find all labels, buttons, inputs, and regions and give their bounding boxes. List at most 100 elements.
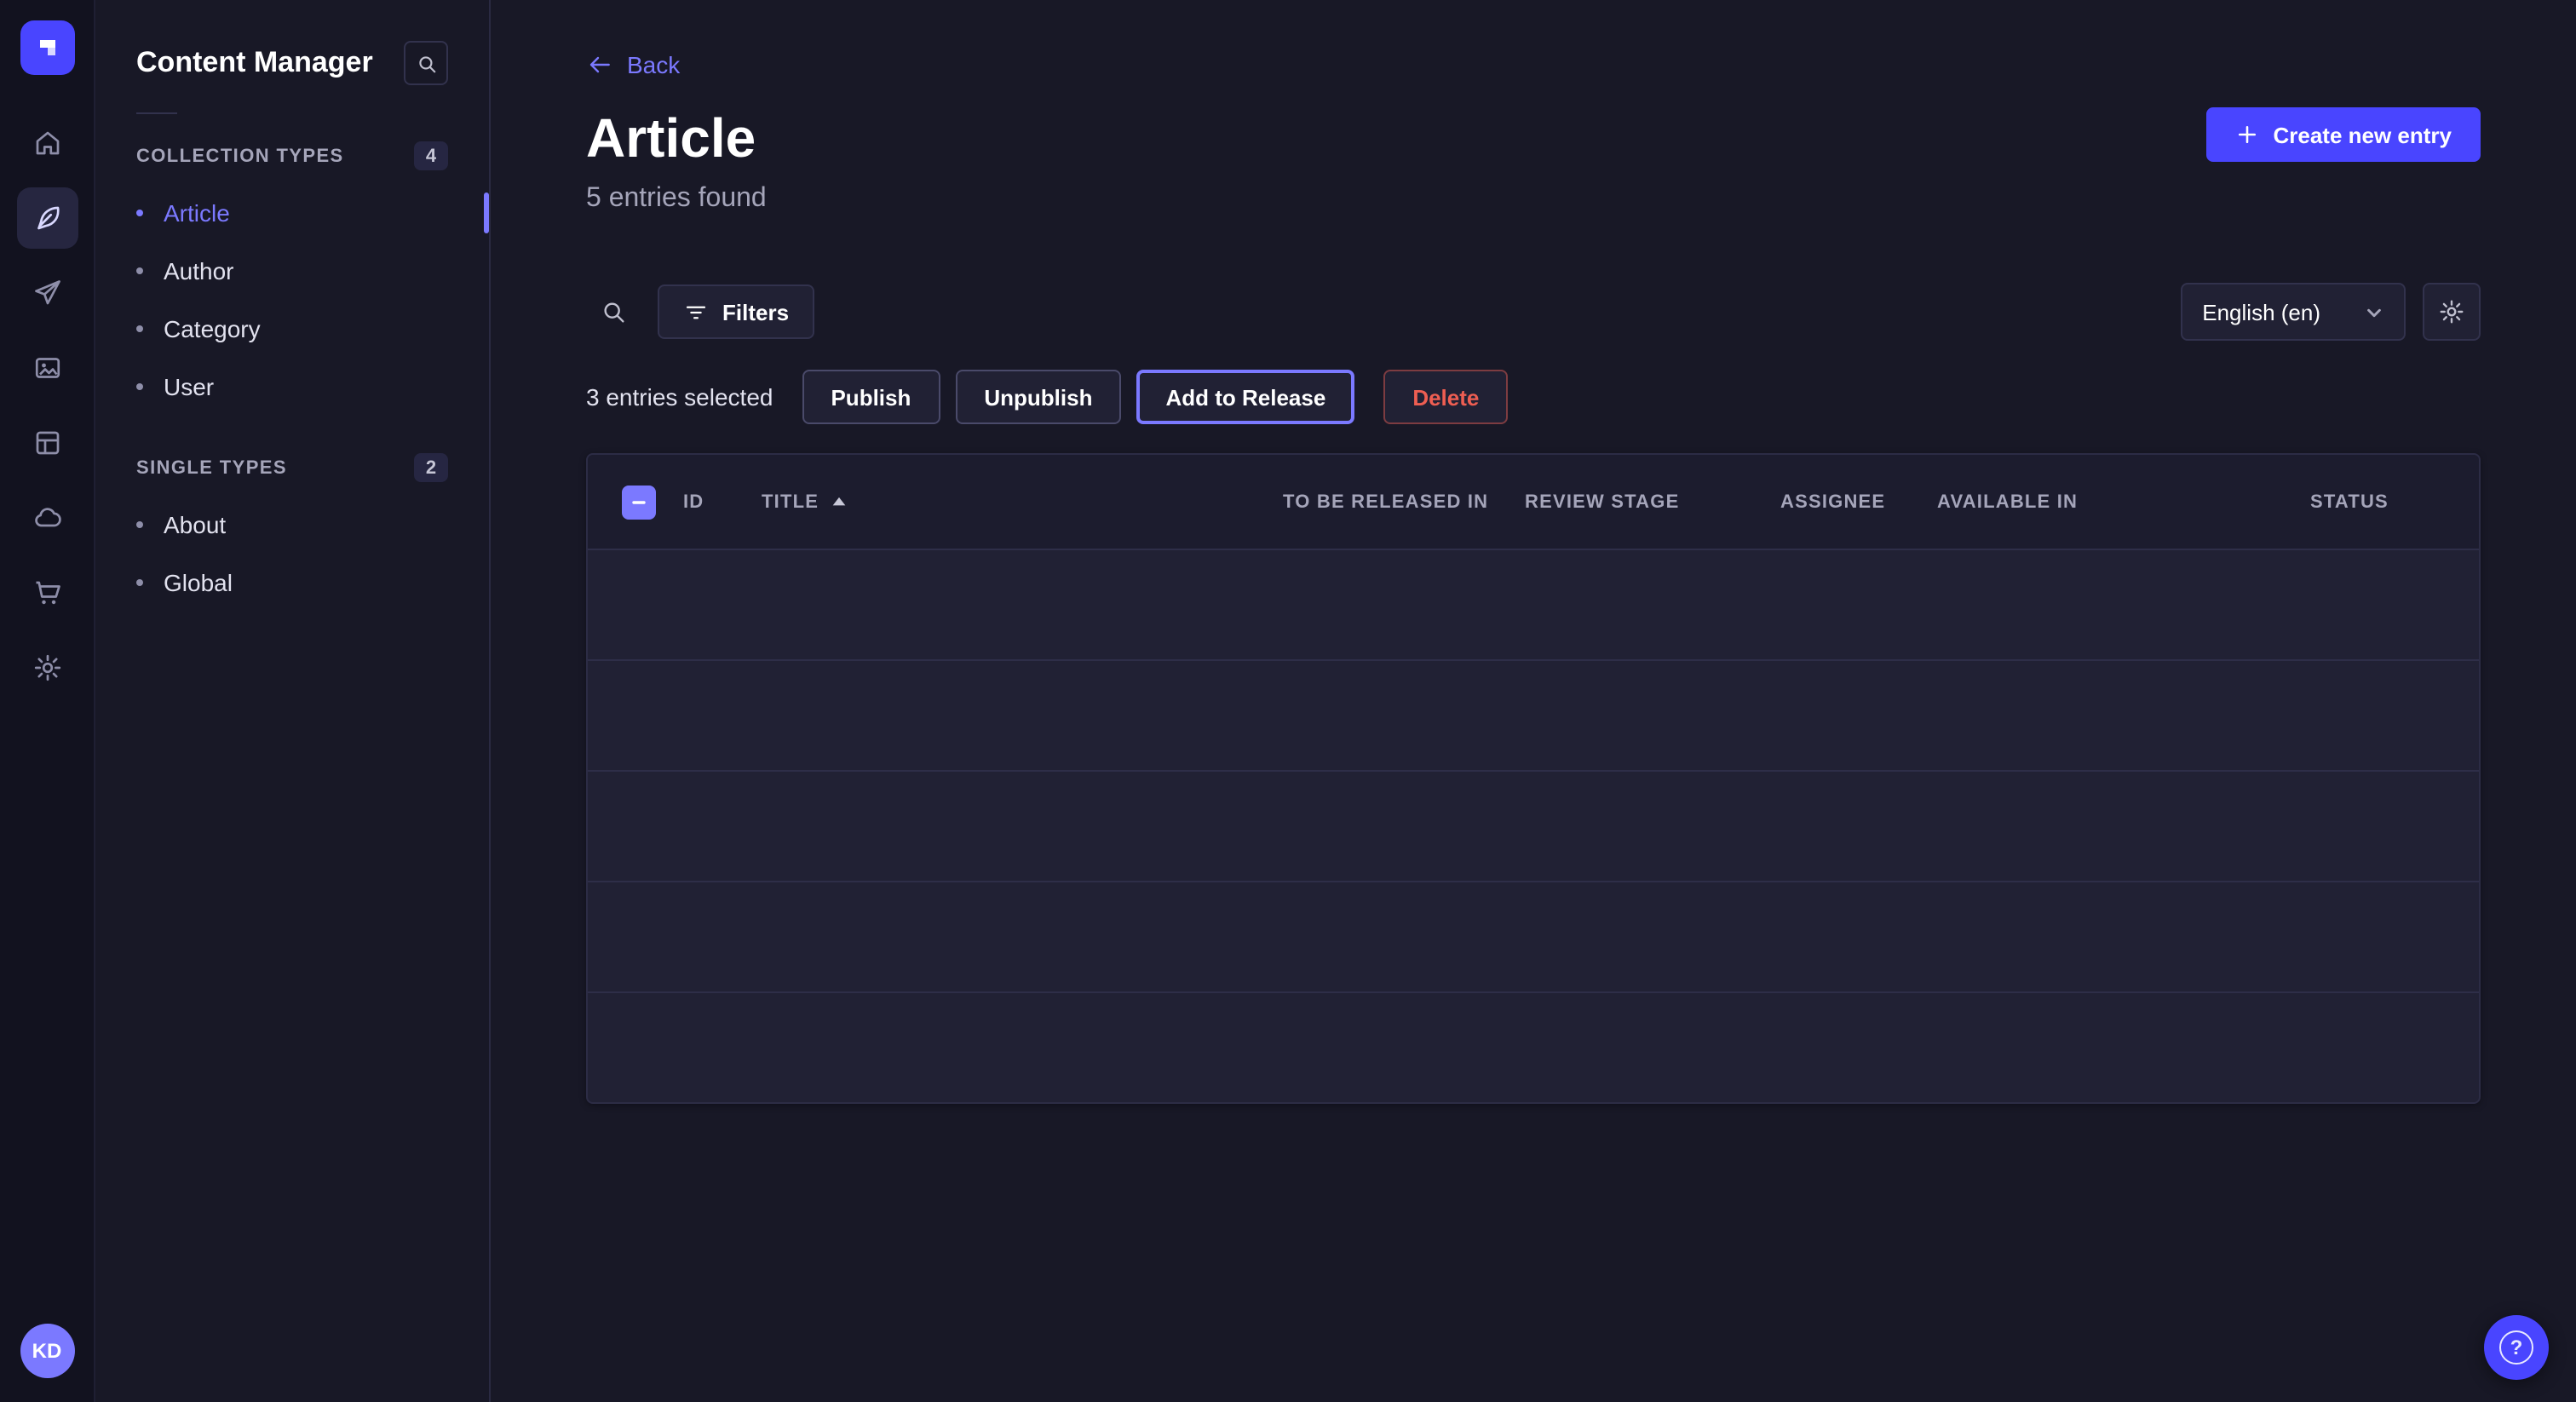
paper-plane-icon xyxy=(32,278,62,308)
plus-icon xyxy=(2235,123,2259,147)
add-to-release-button[interactable]: Add to Release xyxy=(1136,370,1354,424)
back-link[interactable]: Back xyxy=(586,51,680,78)
settings-gear-icon xyxy=(32,652,62,683)
strapi-admin-app: KD Content Manager COLLECTION TYPES 4 Ar… xyxy=(0,0,2576,1402)
bullet-icon xyxy=(136,521,143,528)
sidebar-item-user[interactable]: User xyxy=(95,358,489,416)
sidebar-item-global[interactable]: Global xyxy=(95,554,489,612)
sidebar-item-category[interactable]: Category xyxy=(95,300,489,358)
column-header-available-in: AVAILABLE IN xyxy=(1937,491,2310,512)
page-title: Article xyxy=(586,107,756,169)
table-row[interactable]: 2 This shrimp is awesome 1 release Revie… xyxy=(588,881,2479,991)
sort-ascending-caret-up-icon xyxy=(829,492,848,511)
table-row[interactable]: 5 What's inside a Black Hole 1 release R… xyxy=(588,991,2479,1102)
single-types-list: About Global xyxy=(95,496,489,612)
strapi-logo-glyph xyxy=(32,32,62,63)
sidebar-item-article[interactable]: Article xyxy=(95,184,489,242)
sidebar-item-label: Author xyxy=(164,257,234,284)
list-toolbar: Filters English (en) xyxy=(586,283,2481,341)
sidebar-item-label: About xyxy=(164,511,226,538)
search-icon xyxy=(415,52,437,74)
content-type-builder-icon xyxy=(32,428,62,458)
column-header-title[interactable]: TITLE xyxy=(762,491,1283,512)
filter-icon xyxy=(683,299,709,325)
sidebar-divider xyxy=(136,112,177,114)
add-to-release-label: Add to Release xyxy=(1165,384,1325,410)
column-header-status: STATUS xyxy=(2310,491,2479,512)
media-library-icon xyxy=(32,353,62,383)
cloud-icon xyxy=(32,503,62,533)
arrow-left-icon xyxy=(586,51,613,78)
entries-found-subtitle: 5 entries found xyxy=(586,184,2481,215)
content-manager-pen-icon xyxy=(32,203,62,233)
locale-select-value: English (en) xyxy=(2202,299,2320,325)
table-row[interactable]: 4 Beautiful picture - To do - English (e… xyxy=(588,659,2479,770)
section-label: SINGLE TYPES xyxy=(136,457,287,478)
collection-types-header: COLLECTION TYPES 4 xyxy=(95,141,489,170)
filters-label: Filters xyxy=(722,299,789,325)
select-all-checkbox[interactable] xyxy=(622,485,656,519)
toolbar-right: English (en) xyxy=(2180,283,2481,341)
nav-content-manager-button[interactable] xyxy=(16,187,78,249)
unpublish-label: Unpublish xyxy=(984,384,1092,410)
cell-review-stage: Reviewed xyxy=(1525,993,2481,1104)
page-header: Article Create new entry xyxy=(586,107,2481,169)
single-types-count-badge: 2 xyxy=(414,453,448,482)
delete-label: Delete xyxy=(1412,384,1479,410)
sidebar-item-author[interactable]: Author xyxy=(95,242,489,300)
publish-label: Publish xyxy=(831,384,911,410)
nav-settings-button[interactable] xyxy=(16,637,78,698)
sidebar-item-label: Global xyxy=(164,569,233,596)
selection-count: 3 entries selected xyxy=(586,383,773,411)
collection-types-list: Article Author Category User xyxy=(95,184,489,416)
sidebar-item-label: Category xyxy=(164,315,261,342)
strapi-logo[interactable] xyxy=(20,20,74,75)
nav-releases-button[interactable] xyxy=(16,262,78,324)
delete-button[interactable]: Delete xyxy=(1383,370,1508,424)
sidebar-title: Content Manager xyxy=(136,46,373,80)
search-icon xyxy=(600,298,627,325)
nav-marketplace-button[interactable] xyxy=(16,562,78,623)
nav-deploy-button[interactable] xyxy=(16,487,78,549)
locale-select[interactable]: English (en) xyxy=(2180,283,2406,341)
filters-button[interactable]: Filters xyxy=(658,284,814,339)
selection-actions-bar: 3 entries selected Publish Unpublish Add… xyxy=(586,370,2481,424)
create-new-entry-label: Create new entry xyxy=(2273,122,2452,147)
sidebar-header: Content Manager xyxy=(95,41,489,85)
publish-button[interactable]: Publish xyxy=(802,370,940,424)
indeterminate-dash-icon xyxy=(629,491,649,512)
bullet-icon xyxy=(136,579,143,586)
bullet-icon xyxy=(136,383,143,390)
column-header-assignee: ASSIGNEE xyxy=(1780,491,1937,512)
view-settings-button[interactable] xyxy=(2423,283,2481,341)
table-header-row: ID TITLE TO BE RELEASED IN REVIEW STAGE … xyxy=(588,455,2479,549)
select-all-cell xyxy=(588,485,683,519)
single-types-header: SINGLE TYPES 2 xyxy=(95,453,489,482)
bullet-icon xyxy=(136,325,143,332)
table-row[interactable]: 3 A bug is becoming a meme on the intern… xyxy=(588,549,2479,659)
stage: KD Content Manager COLLECTION TYPES 4 Ar… xyxy=(0,0,2576,1402)
sidebar-search-button[interactable] xyxy=(404,41,448,85)
entries-table: ID TITLE TO BE RELEASED IN REVIEW STAGE … xyxy=(586,453,2481,1104)
collection-types-count-badge: 4 xyxy=(414,141,448,170)
nav-home-button[interactable] xyxy=(16,112,78,174)
unpublish-button[interactable]: Unpublish xyxy=(955,370,1121,424)
column-header-to-be-released-in: TO BE RELEASED IN xyxy=(1283,491,1525,512)
help-button[interactable]: ? xyxy=(2484,1315,2549,1380)
nav-media-library-button[interactable] xyxy=(16,337,78,399)
search-button[interactable] xyxy=(586,284,641,339)
marketplace-cart-icon xyxy=(32,577,62,608)
user-avatar[interactable]: KD xyxy=(20,1324,74,1378)
nav-content-type-builder-button[interactable] xyxy=(16,412,78,474)
bullet-icon xyxy=(136,267,143,274)
sidebar-item-label: Article xyxy=(164,199,230,227)
create-new-entry-button[interactable]: Create new entry xyxy=(2206,107,2481,162)
column-header-review-stage: REVIEW STAGE xyxy=(1525,491,1780,512)
table-row[interactable]: 1 The internet's Own boy - To do - Engli… xyxy=(588,770,2479,881)
bullet-icon xyxy=(136,210,143,216)
gear-icon xyxy=(2438,298,2465,325)
column-header-title-label: TITLE xyxy=(762,491,819,512)
question-mark-icon: ? xyxy=(2499,1330,2533,1365)
section-label: COLLECTION TYPES xyxy=(136,146,344,166)
sidebar-item-about[interactable]: About xyxy=(95,496,489,554)
